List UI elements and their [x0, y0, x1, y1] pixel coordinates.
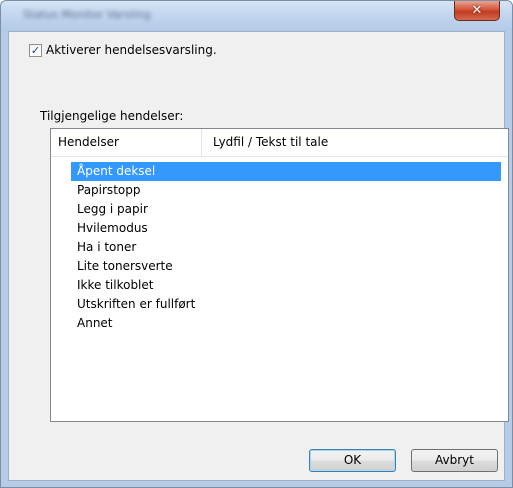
enable-notifications-checkbox[interactable]: ✓: [29, 43, 42, 57]
close-button[interactable]: ✕: [454, 1, 500, 21]
ok-button[interactable]: OK: [309, 449, 396, 472]
dialog-window: Status Monitor Varsling ✕ ✓ Aktiverer he…: [0, 0, 513, 488]
close-icon: ✕: [471, 3, 483, 18]
list-item[interactable]: Legg i papir: [51, 200, 508, 219]
window-title: Status Monitor Varsling: [23, 8, 151, 21]
list-item[interactable]: Annet: [51, 314, 508, 333]
events-list-rows: Åpent deksel Papirstopp Legg i papir Hvi…: [51, 162, 508, 333]
list-item[interactable]: Utskriften er fullført: [51, 295, 508, 314]
list-item[interactable]: Papirstopp: [51, 181, 508, 200]
column-header-sound-file[interactable]: Lydfil / Tekst til tale: [202, 129, 328, 156]
list-item[interactable]: Ikke tilkoblet: [51, 276, 508, 295]
list-item[interactable]: Lite tonersverte: [51, 257, 508, 276]
cancel-button[interactable]: Avbryt: [411, 449, 498, 472]
events-list-header: Hendelser Lydfil / Tekst til tale: [51, 129, 508, 157]
title-bar[interactable]: Status Monitor Varsling ✕: [1, 1, 512, 31]
list-item[interactable]: Hvilemodus: [51, 219, 508, 238]
column-header-events[interactable]: Hendelser: [51, 129, 202, 156]
available-events-label: Tilgjengelige hendelser:: [40, 109, 184, 123]
list-item[interactable]: Ha i toner: [51, 238, 508, 257]
enable-notifications-row[interactable]: ✓ Aktiverer hendelsesvarsling.: [29, 42, 217, 58]
events-list[interactable]: Hendelser Lydfil / Tekst til tale Åpent …: [50, 128, 509, 422]
checkmark-icon: ✓: [30, 43, 41, 57]
list-item[interactable]: Åpent deksel: [71, 162, 501, 181]
enable-notifications-label: Aktiverer hendelsesvarsling.: [46, 43, 217, 57]
